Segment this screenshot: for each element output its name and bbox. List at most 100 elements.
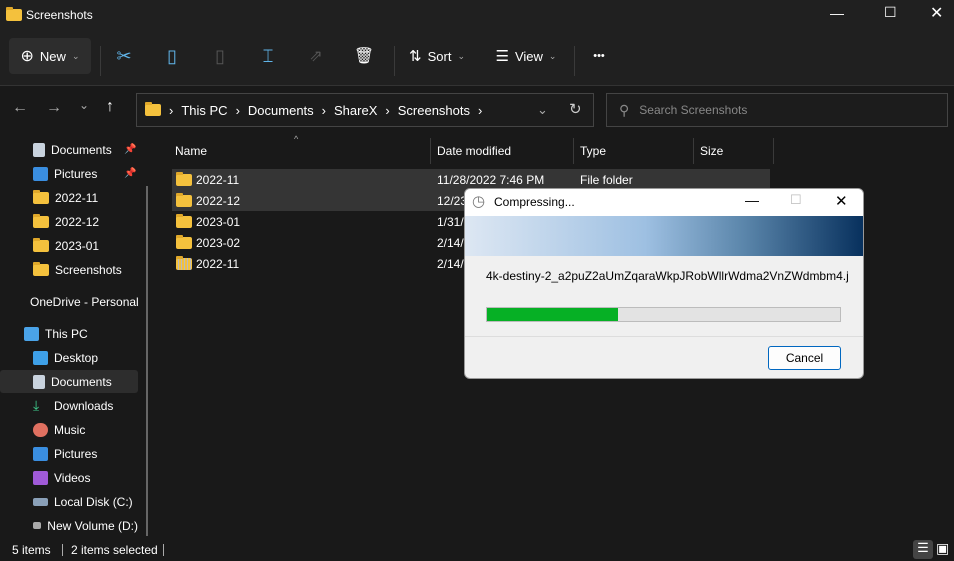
close-button[interactable]: ✕ bbox=[930, 3, 943, 23]
progress-bar bbox=[486, 307, 841, 322]
folder-icon bbox=[176, 171, 192, 186]
zip-folder-icon bbox=[176, 255, 192, 270]
share-button[interactable]: ⇗ bbox=[304, 38, 328, 74]
tiles-view-icon[interactable]: ▣ bbox=[936, 540, 949, 557]
chevron-down-icon: ⌄ bbox=[548, 50, 557, 61]
column-header-type[interactable]: Type bbox=[580, 138, 606, 164]
sidebar-label: Pictures bbox=[54, 446, 98, 461]
breadcrumb-this-pc[interactable]: This PC bbox=[181, 103, 227, 118]
dialog-title-bar: ◷ Compressing... — ☐ ✕ bbox=[465, 189, 863, 216]
sidebar-label: Documents bbox=[51, 142, 112, 157]
cancel-button[interactable]: Cancel bbox=[768, 346, 841, 370]
window-title: Screenshots bbox=[26, 8, 93, 22]
desktop-icon bbox=[33, 350, 48, 365]
details-view-icon[interactable]: ☰ bbox=[913, 540, 933, 559]
minimize-button[interactable]: — bbox=[830, 5, 844, 21]
file-row[interactable]: 2022-11 11/28/2022 7:46 PM File folder bbox=[172, 169, 770, 190]
file-name: 2022-12 bbox=[196, 193, 241, 208]
folder-icon bbox=[33, 189, 49, 204]
view-button[interactable]: ☰ View ⌄ bbox=[492, 38, 560, 74]
selection-count: 2 items selected bbox=[71, 542, 158, 557]
view-list-icon: ☰ bbox=[495, 48, 509, 65]
sidebar-scrollbar[interactable] bbox=[146, 186, 148, 536]
search-box[interactable]: ⚲ Search Screenshots bbox=[606, 93, 948, 127]
cut-button[interactable]: ✂ bbox=[112, 38, 136, 74]
back-arrow-icon[interactable]: ← bbox=[12, 99, 28, 117]
breadcrumb-sharex[interactable]: ShareX bbox=[334, 103, 377, 118]
sidebar-label: New Volume (D:) bbox=[47, 518, 138, 533]
dialog-close-button[interactable]: ✕ bbox=[835, 192, 848, 210]
dialog-maximize-button[interactable]: ☐ bbox=[790, 192, 802, 208]
sort-ascending-icon: ^ bbox=[294, 134, 299, 144]
more-options-button[interactable]: ••• bbox=[586, 38, 612, 74]
chevron-down-icon: ⌄ bbox=[457, 50, 465, 61]
sidebar-item-2023-01[interactable]: 2023-01 bbox=[0, 234, 138, 257]
column-header-name[interactable]: Name bbox=[175, 138, 207, 164]
maximize-button[interactable]: ☐ bbox=[884, 4, 897, 21]
sidebar-item-new-volume-d[interactable]: New Volume (D:) bbox=[0, 514, 138, 537]
sidebar-item-videos[interactable]: Videos bbox=[0, 466, 138, 489]
delete-button[interactable]: 🗑 bbox=[352, 38, 376, 74]
paste-button[interactable]: ▯ bbox=[208, 38, 232, 74]
column-header-size[interactable]: Size bbox=[700, 138, 723, 164]
file-date: 2/14/ bbox=[437, 256, 464, 271]
sidebar-item-pictures[interactable]: Pictures bbox=[0, 442, 138, 465]
sidebar-label: Screenshots bbox=[55, 262, 122, 277]
breadcrumb-screenshots[interactable]: Screenshots bbox=[398, 103, 470, 118]
dialog-minimize-button[interactable]: — bbox=[745, 192, 759, 208]
sidebar-item-documents[interactable]: Documents bbox=[0, 370, 138, 393]
folder-icon bbox=[145, 102, 161, 116]
recent-chevron-icon[interactable]: ⌄ bbox=[79, 98, 89, 112]
address-dropdown-icon[interactable]: ⌄ bbox=[537, 102, 548, 118]
column-header-date[interactable]: Date modified bbox=[437, 138, 511, 164]
sidebar-item-screenshots[interactable]: Screenshots bbox=[0, 258, 138, 281]
compressing-dialog: ◷ Compressing... — ☐ ✕ 4k-destiny-2_a2pu… bbox=[464, 188, 864, 379]
file-name: 2023-02 bbox=[196, 235, 241, 250]
sidebar-item-desktop[interactable]: Desktop bbox=[0, 346, 138, 369]
breadcrumb-documents[interactable]: Documents bbox=[248, 103, 314, 118]
folder-icon bbox=[33, 261, 49, 276]
sidebar-item-this-pc[interactable]: This PC bbox=[0, 322, 138, 345]
forward-arrow-icon[interactable]: → bbox=[46, 99, 62, 117]
file-type: File folder bbox=[580, 172, 633, 187]
sort-icon: ⇅ bbox=[409, 48, 422, 65]
sidebar-item-2022-12[interactable]: 2022-12 bbox=[0, 210, 138, 233]
downloads-icon: ⤓ bbox=[33, 397, 40, 413]
sidebar-item-documents-quick[interactable]: Documents 📌 bbox=[0, 138, 138, 161]
pictures-icon bbox=[33, 446, 48, 461]
title-bar: Screenshots — ☐ ✕ bbox=[0, 0, 954, 30]
dialog-banner bbox=[465, 216, 863, 256]
sidebar-item-pictures-quick[interactable]: Pictures 📌 bbox=[0, 162, 138, 185]
videos-icon bbox=[33, 470, 48, 485]
command-bar: ⊕ New ⌄ ✂ ▯ ▯ ⌶ ⇗ 🗑 ⇅ Sort ⌄ ☰ View ⌄ ••… bbox=[0, 30, 954, 86]
sidebar-label: 2023-01 bbox=[55, 238, 100, 253]
documents-icon bbox=[33, 374, 45, 389]
item-count: 5 items bbox=[12, 542, 51, 557]
sidebar-item-music[interactable]: Music bbox=[0, 418, 138, 441]
documents-icon bbox=[33, 142, 45, 157]
status-bar: 5 items 2 items selected ☰ ▣ bbox=[0, 538, 954, 561]
sort-button[interactable]: ⇅ Sort ⌄ bbox=[404, 38, 470, 74]
rename-button[interactable]: ⌶ bbox=[256, 38, 280, 74]
sidebar-label: Videos bbox=[54, 470, 91, 485]
sidebar-item-downloads[interactable]: ⤓ Downloads bbox=[0, 394, 138, 417]
scissors-icon: ✂ bbox=[116, 45, 132, 66]
sidebar-item-2022-11[interactable]: 2022-11 bbox=[0, 186, 138, 209]
up-arrow-icon[interactable]: ↑ bbox=[106, 98, 114, 116]
drive-icon bbox=[33, 522, 42, 529]
rename-icon: ⌶ bbox=[262, 45, 274, 66]
progress-fill bbox=[487, 308, 618, 321]
folder-icon bbox=[33, 237, 49, 252]
new-button[interactable]: ⊕ New ⌄ bbox=[9, 38, 91, 74]
file-name: 2023-01 bbox=[196, 214, 241, 229]
compressing-file-name: 4k-destiny-2_a2puZ2aUmZqaraWkpJRobWllrWd… bbox=[486, 269, 849, 283]
file-date: 12/23 bbox=[437, 193, 468, 208]
sidebar-label: This PC bbox=[45, 326, 88, 341]
sidebar-item-local-disk-c[interactable]: Local Disk (C:) bbox=[0, 490, 138, 513]
folder-icon bbox=[176, 234, 192, 249]
sidebar-item-onedrive[interactable]: OneDrive - Personal bbox=[0, 290, 138, 313]
address-bar[interactable]: › This PC › Documents › ShareX › Screenshot… bbox=[136, 93, 594, 127]
copy-button[interactable]: ▯ bbox=[160, 38, 184, 74]
refresh-icon[interactable]: ↻ bbox=[569, 100, 582, 118]
folder-icon bbox=[6, 7, 22, 21]
